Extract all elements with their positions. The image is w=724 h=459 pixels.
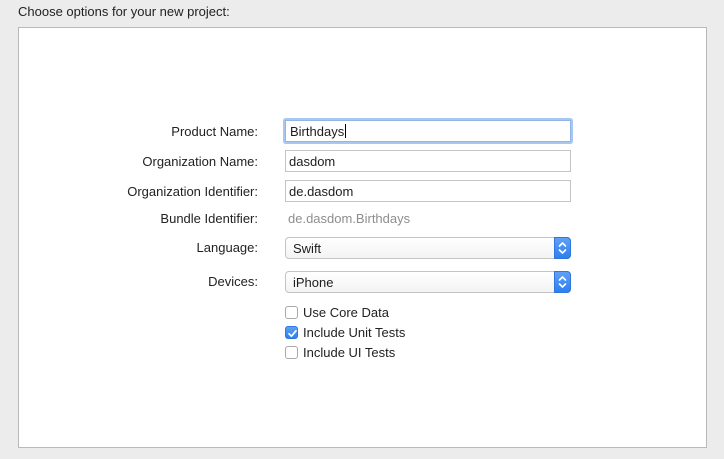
checkmark-icon	[288, 329, 297, 337]
product-name-value: Birthdays	[290, 124, 347, 139]
organization-identifier-label: Organization Identifier:	[127, 184, 258, 199]
devices-selected: iPhone	[293, 275, 334, 290]
text-caret	[345, 124, 347, 138]
include-unit-tests-option[interactable]: Include Unit Tests	[285, 324, 405, 340]
use-core-data-checkbox[interactable]	[285, 305, 298, 319]
bundle-identifier-value: de.dasdom.Birthdays	[288, 211, 411, 226]
include-ui-tests-option[interactable]: Include UI Tests	[285, 344, 395, 360]
product-name-field-wrap: Birthdays	[285, 120, 571, 142]
organization-name-field[interactable]	[285, 150, 571, 172]
language-label: Language:	[196, 240, 258, 255]
language-popup[interactable]: Swift	[285, 237, 571, 259]
page-title: Choose options for your new project:	[18, 4, 230, 19]
up-down-chevron-icon	[554, 237, 571, 259]
project-options-panel: Product Name: Birthdays Organization Nam…	[18, 27, 707, 448]
product-name-field[interactable]: Birthdays	[285, 120, 571, 142]
include-unit-tests-label: Include Unit Tests	[303, 324, 406, 340]
up-down-chevron-icon	[554, 271, 571, 293]
devices-label: Devices:	[208, 274, 258, 289]
devices-popup[interactable]: iPhone	[285, 271, 571, 293]
language-selected: Swift	[293, 241, 322, 256]
include-ui-tests-checkbox[interactable]	[285, 345, 298, 359]
include-ui-tests-label: Include UI Tests	[303, 344, 396, 360]
include-unit-tests-checkbox[interactable]	[285, 325, 298, 339]
product-name-label: Product Name:	[171, 124, 258, 139]
organization-identifier-field[interactable]	[285, 180, 571, 202]
use-core-data-label: Use Core Data	[303, 304, 389, 320]
use-core-data-option[interactable]: Use Core Data	[285, 304, 389, 320]
bundle-identifier-label: Bundle Identifier:	[160, 211, 258, 226]
organization-name-label: Organization Name:	[142, 154, 258, 169]
